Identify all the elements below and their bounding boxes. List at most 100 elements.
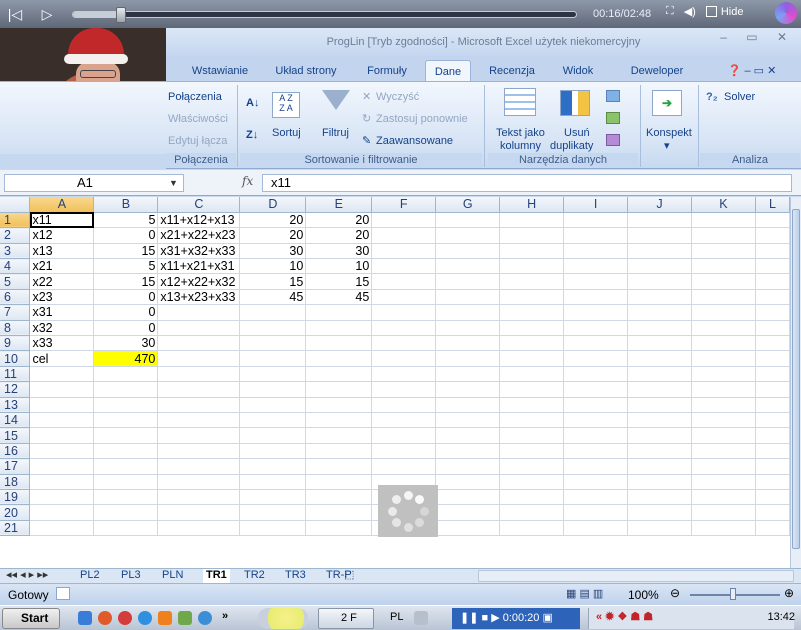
cell[interactable]: [239, 335, 307, 352]
cell[interactable]: [691, 504, 756, 521]
cell[interactable]: x12: [29, 227, 95, 244]
cell[interactable]: 0: [93, 320, 159, 337]
cell[interactable]: [305, 443, 373, 460]
cell[interactable]: [627, 320, 692, 337]
cell[interactable]: [563, 304, 629, 321]
cell[interactable]: [239, 350, 307, 367]
cell[interactable]: [305, 504, 373, 521]
cell[interactable]: [499, 320, 565, 337]
cell[interactable]: [627, 227, 692, 244]
tab-uklad-strony[interactable]: Układ strony: [266, 60, 346, 82]
zoom-out-icon[interactable]: ⊖: [670, 586, 680, 600]
sheet-tab[interactable]: PL2: [80, 569, 100, 583]
cell[interactable]: [755, 350, 790, 367]
cell[interactable]: [499, 335, 565, 352]
row-header[interactable]: 11: [0, 366, 31, 383]
cell[interactable]: 15: [93, 273, 159, 290]
cell[interactable]: [29, 397, 95, 413]
cell[interactable]: 10: [239, 258, 307, 275]
cell[interactable]: [627, 474, 692, 490]
data-validation-icon[interactable]: [606, 90, 620, 102]
cell[interactable]: [627, 289, 692, 306]
cell[interactable]: [627, 412, 692, 429]
cell[interactable]: [499, 227, 565, 244]
cell[interactable]: [563, 412, 629, 429]
cell[interactable]: [563, 273, 629, 290]
cell[interactable]: [157, 504, 241, 521]
cell[interactable]: [29, 412, 95, 429]
hide-checkbox[interactable]: [705, 6, 717, 18]
cell[interactable]: [435, 443, 501, 460]
remove-duplicates-line2[interactable]: duplikaty: [550, 139, 593, 153]
cell[interactable]: [29, 427, 95, 444]
zoom-level[interactable]: 100%: [628, 588, 659, 602]
cell[interactable]: [157, 350, 241, 367]
cell[interactable]: 15: [239, 273, 307, 290]
name-box[interactable]: A1 ▼: [4, 174, 184, 192]
row-header[interactable]: 5: [0, 273, 31, 290]
cell[interactable]: [627, 520, 692, 537]
language-indicator[interactable]: PL: [390, 611, 403, 623]
taskbar-app-item[interactable]: 2 F: [318, 608, 374, 629]
row-header[interactable]: 16: [0, 443, 31, 460]
cell[interactable]: 20: [305, 227, 373, 244]
cell[interactable]: [435, 320, 501, 337]
cell[interactable]: [499, 304, 565, 321]
cell[interactable]: [239, 458, 307, 475]
tray-icons[interactable]: « ✹ ❖ ☗ ☗: [596, 610, 653, 623]
solver-icon[interactable]: ?₂: [706, 90, 718, 104]
tab-formuly[interactable]: Formuły: [356, 60, 418, 82]
cell[interactable]: [691, 289, 756, 306]
cell[interactable]: x22: [29, 273, 95, 290]
cell[interactable]: [93, 443, 159, 460]
cell[interactable]: 0: [93, 227, 159, 244]
filter-button[interactable]: Filtruj: [322, 126, 349, 140]
fullscreen-icon[interactable]: ⛶: [666, 5, 674, 18]
cell[interactable]: [157, 427, 241, 444]
cell[interactable]: [157, 474, 241, 490]
cell[interactable]: [239, 381, 307, 398]
cell[interactable]: [691, 335, 756, 352]
column-header[interactable]: K: [691, 197, 756, 213]
reapply-button[interactable]: Zastosuj ponownie: [376, 112, 468, 126]
cell[interactable]: [499, 212, 565, 229]
cell[interactable]: [563, 489, 629, 506]
cell[interactable]: [157, 489, 241, 506]
column-header[interactable]: D: [239, 197, 307, 213]
row-header[interactable]: 7: [0, 304, 31, 321]
cell[interactable]: [157, 366, 241, 383]
cell[interactable]: [499, 258, 565, 275]
cell[interactable]: 470: [93, 350, 159, 367]
cell[interactable]: [691, 350, 756, 367]
cell[interactable]: [755, 243, 790, 260]
cell[interactable]: [755, 289, 790, 306]
column-header[interactable]: A: [29, 197, 95, 213]
cell[interactable]: [435, 474, 501, 490]
cell[interactable]: [305, 520, 373, 537]
cell[interactable]: [239, 489, 307, 506]
cell[interactable]: [371, 273, 437, 290]
cell[interactable]: 45: [305, 289, 373, 306]
cell[interactable]: [755, 227, 790, 244]
cell[interactable]: [435, 381, 501, 398]
vertical-scrollbar[interactable]: [790, 197, 801, 568]
cell[interactable]: [691, 320, 756, 337]
cell[interactable]: [29, 366, 95, 383]
cell[interactable]: [305, 366, 373, 383]
cell[interactable]: [305, 320, 373, 337]
cell[interactable]: [691, 273, 756, 290]
seek-bar[interactable]: [72, 7, 577, 23]
cell[interactable]: [435, 227, 501, 244]
cell[interactable]: [755, 397, 790, 413]
sheet-tab[interactable]: PLN: [162, 569, 183, 583]
app-icon[interactable]: [158, 611, 172, 625]
skip-back-icon[interactable]: |◁: [6, 5, 24, 23]
cell[interactable]: [435, 489, 501, 506]
row-header[interactable]: 4: [0, 258, 31, 275]
clear-filter-icon[interactable]: ✕: [362, 90, 371, 104]
cell[interactable]: x31+x32+x33: [157, 243, 241, 260]
cell[interactable]: [755, 320, 790, 337]
macro-record-icon[interactable]: [56, 587, 70, 600]
cell[interactable]: 20: [239, 227, 307, 244]
cell[interactable]: [627, 443, 692, 460]
